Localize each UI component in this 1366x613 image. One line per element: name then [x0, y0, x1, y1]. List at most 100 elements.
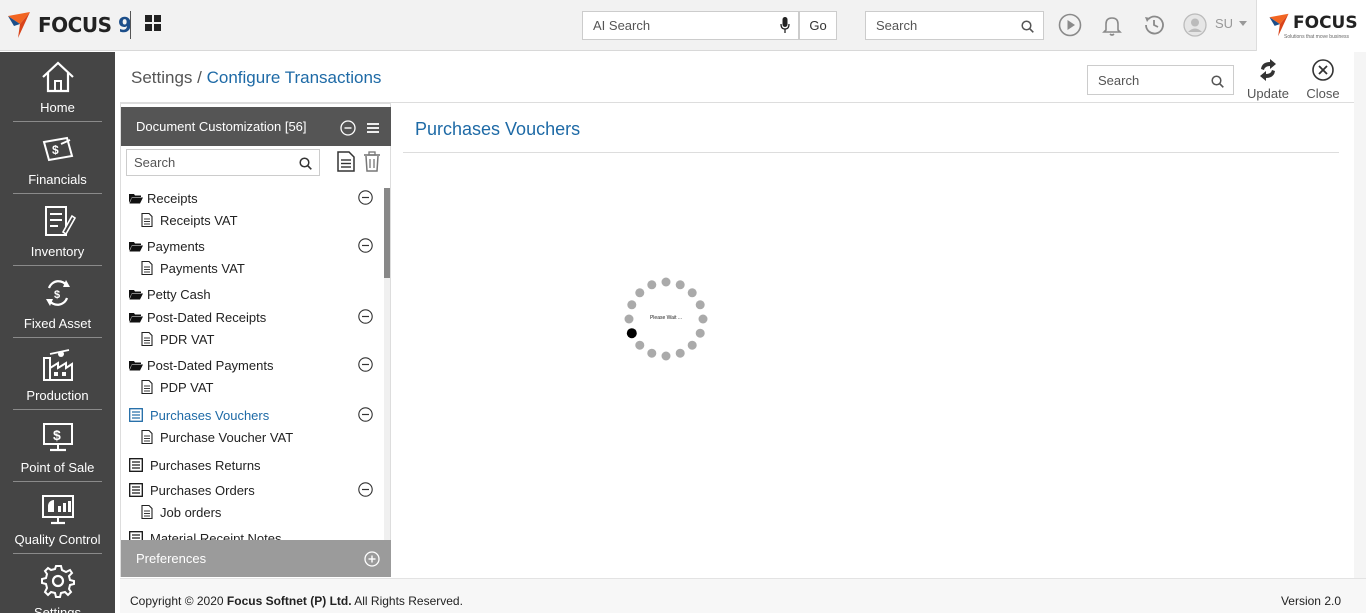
folder-open-icon [129, 361, 143, 371]
user-initials[interactable]: SU [1215, 16, 1233, 31]
tree-item[interactable]: Payments [121, 236, 383, 258]
folder-open-icon [129, 290, 143, 300]
tree-item[interactable]: Post-Dated Receipts [121, 307, 383, 329]
preferences-bar[interactable]: Preferences [121, 540, 391, 577]
search-icon[interactable] [1021, 20, 1034, 33]
focus-logo-mark-icon [8, 12, 30, 38]
sidebar-item-settings[interactable]: Settings [13, 556, 102, 613]
expand-icon[interactable] [364, 551, 380, 567]
collapse-icon[interactable] [358, 482, 373, 497]
tree-item[interactable]: Purchases Returns [121, 455, 383, 477]
panel-title: Document Customization [56] [136, 119, 307, 134]
collapse-icon[interactable] [358, 238, 373, 253]
collapse-icon[interactable] [358, 407, 373, 422]
collapse-all-icon[interactable] [340, 120, 356, 136]
top-bar: FOCUS 9 Go SU [0, 0, 1366, 51]
loading-spinner: Please Wait ... [620, 273, 712, 365]
settings-icon [41, 565, 75, 598]
spinner-dot [695, 300, 705, 310]
tree-item[interactable]: Purchases Orders [121, 480, 383, 502]
sidebar-item-label: Home [40, 100, 75, 115]
sidebar-item-fixed-asset[interactable]: $ Fixed Asset [13, 268, 102, 338]
list-icon [129, 483, 143, 497]
update-button[interactable]: Update [1246, 58, 1290, 101]
tree-item[interactable]: PDR VAT [121, 329, 383, 351]
main-sidebar: Home $ Financials Inventory $ Fixed Asse… [0, 52, 115, 613]
close-label: Close [1306, 86, 1340, 101]
sidebar-item-label: Settings [34, 605, 81, 613]
tree-item[interactable]: Purchase Voucher VAT [121, 427, 383, 449]
document-tree: Receipts Receipts VAT Payments Payments VAT… [121, 188, 383, 540]
tree-item[interactable]: Purchases Vouchers [121, 405, 383, 427]
panel-search-input[interactable] [127, 150, 292, 175]
search-icon[interactable] [299, 157, 312, 170]
tree-scrollbar[interactable] [384, 188, 390, 540]
svg-text:$: $ [53, 427, 61, 443]
sidebar-item-label: Inventory [30, 244, 85, 259]
history-icon[interactable] [1142, 13, 1166, 37]
document-icon [141, 430, 153, 444]
breadcrumb-separator: / [192, 68, 207, 87]
chevron-down-icon[interactable] [1239, 21, 1247, 26]
ai-search-go-button[interactable]: Go [799, 11, 837, 40]
search-icon[interactable] [1211, 75, 1224, 88]
tree-item[interactable]: Job orders [121, 502, 383, 524]
delete-icon[interactable] [363, 151, 381, 172]
divider [130, 11, 131, 39]
sidebar-item-label: Production [26, 388, 89, 403]
spinner-dot [695, 328, 705, 338]
sidebar-item-inventory[interactable]: Inventory [13, 196, 102, 266]
ai-search-input[interactable] [583, 12, 763, 39]
sidebar-item-label: Financials [28, 172, 87, 187]
play-icon[interactable] [1058, 13, 1082, 37]
focus9-logo[interactable]: FOCUS 9 [6, 10, 132, 40]
brand-text: FOCUS [1293, 13, 1358, 33]
tree-item[interactable]: Material Receipt Notes [121, 528, 383, 540]
divider [403, 152, 1339, 153]
breadcrumb-root[interactable]: Settings [131, 68, 192, 87]
quality-control-icon [42, 495, 74, 525]
logo-text: FOCUS 9 [38, 13, 132, 37]
sidebar-item-quality-control[interactable]: Quality Control [13, 484, 102, 554]
sidebar-item-point-of-sale[interactable]: $ Point of Sale [13, 412, 102, 482]
spinner-dot [687, 288, 697, 298]
spinner-dot [647, 348, 657, 358]
collapse-icon[interactable] [358, 357, 373, 372]
brand-logo: FOCUS Solutions that move business [1256, 0, 1366, 51]
apps-grid-icon[interactable] [145, 15, 161, 31]
collapse-icon[interactable] [358, 309, 373, 324]
tree-item-label: Purchases Orders [150, 483, 255, 498]
tree-item[interactable]: PDP VAT [121, 377, 383, 399]
breadcrumb: Settings / Configure Transactions [131, 68, 381, 88]
collapse-icon[interactable] [358, 190, 373, 205]
sidebar-item-label: Point of Sale [20, 460, 95, 475]
version-text: Version 2.0 [1280, 594, 1341, 608]
page-scrollbar[interactable] [1354, 52, 1366, 578]
sidebar-item-home[interactable]: Home [13, 52, 102, 122]
sidebar-item-financials[interactable]: $ Financials [13, 124, 102, 194]
list-icon [129, 531, 143, 540]
new-document-icon[interactable] [337, 151, 355, 172]
global-search-input[interactable] [866, 12, 1011, 39]
tree-item[interactable]: Receipts VAT [121, 210, 383, 232]
spinner-dot [687, 340, 697, 350]
tree-item[interactable]: Payments VAT [121, 258, 383, 280]
tree-item[interactable]: Post-Dated Payments [121, 355, 383, 377]
tree-item[interactable]: Receipts [121, 188, 383, 210]
notification-bell-icon[interactable] [1100, 13, 1124, 37]
panel-header: Document Customization [56] [121, 107, 391, 146]
sidebar-item-production[interactable]: Production [13, 340, 102, 410]
spinner-dot [635, 340, 645, 350]
close-button[interactable]: Close [1303, 58, 1343, 101]
spinner-dot [675, 348, 685, 358]
tree-item[interactable]: Petty Cash [121, 284, 383, 306]
scrollbar-thumb[interactable] [384, 188, 390, 278]
page-search-input[interactable] [1088, 66, 1203, 94]
user-avatar-icon[interactable] [1183, 13, 1207, 37]
document-icon [141, 505, 153, 519]
spinner-dot [635, 288, 645, 298]
home-icon [42, 61, 74, 93]
fixed-asset-icon: $ [46, 280, 70, 306]
menu-icon[interactable] [366, 121, 380, 135]
microphone-icon[interactable] [780, 17, 790, 34]
